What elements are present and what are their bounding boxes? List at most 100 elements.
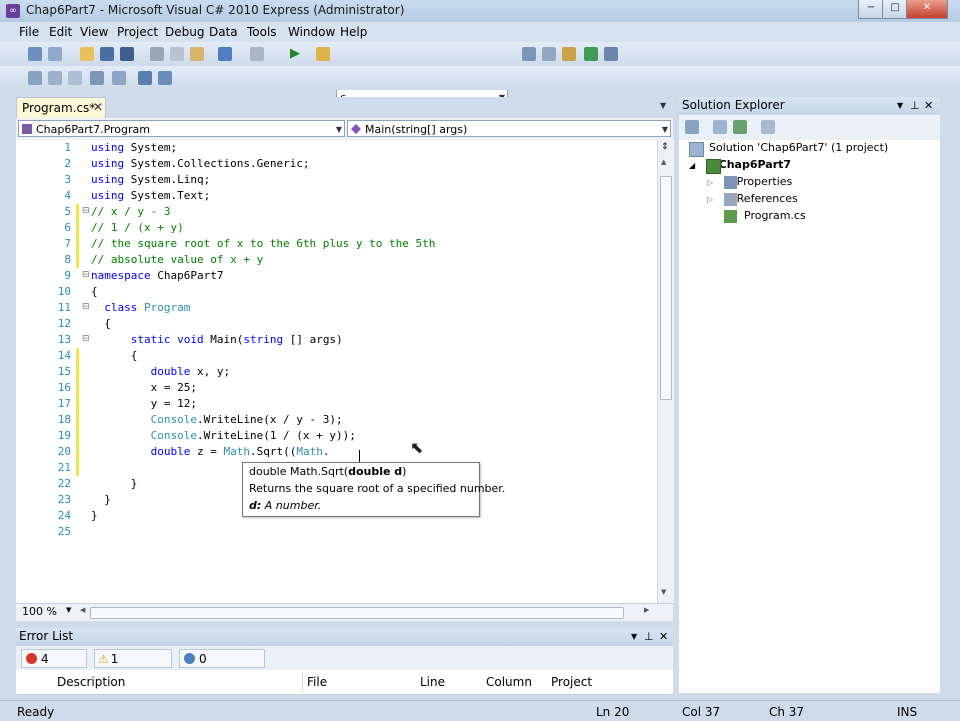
code-line[interactable]: static void Main(string [] args) — [91, 332, 343, 348]
code-line[interactable]: y = 12; — [91, 396, 197, 412]
complete-word-icon[interactable] — [90, 71, 104, 85]
parameter-info-icon[interactable] — [48, 71, 62, 85]
copy-icon[interactable] — [170, 47, 184, 61]
properties-window-icon[interactable] — [542, 47, 556, 61]
comment-out-icon[interactable] — [138, 71, 152, 85]
scroll-down-icon[interactable]: ▼ — [661, 588, 666, 596]
show-all-files-icon[interactable] — [713, 120, 727, 134]
open-file-icon[interactable] — [80, 47, 94, 61]
view-code-icon[interactable] — [761, 120, 775, 134]
code-line[interactable]: using System.Text; — [91, 188, 210, 204]
code-line[interactable]: { — [91, 348, 138, 364]
code-line[interactable]: using System; — [91, 140, 177, 156]
pin-icon[interactable]: ⊥ — [644, 628, 654, 645]
scroll-up-icon[interactable]: ▲ — [661, 158, 666, 166]
menu-tools[interactable]: Tools — [247, 25, 277, 39]
tree-item-program-cs[interactable]: Program.cs — [724, 208, 806, 224]
uncomment-icon[interactable] — [158, 71, 172, 85]
panel-menu-icon[interactable]: ▼ — [631, 628, 637, 645]
menu-debug[interactable]: Debug — [165, 25, 204, 39]
code-line[interactable]: // absolute value of x + y — [91, 252, 263, 268]
tree-item-properties[interactable]: ▷ Properties — [707, 174, 792, 191]
tree-item-references[interactable]: ▷ References — [707, 191, 798, 208]
indent-icon[interactable] — [112, 71, 126, 85]
menu-edit[interactable]: Edit — [49, 25, 72, 39]
errors-filter-button[interactable]: 4 Errors — [21, 649, 87, 685]
code-line[interactable]: double x, y; — [91, 364, 231, 380]
outline-collapse-icon[interactable]: ⊟ — [82, 302, 90, 312]
new-project-icon[interactable] — [28, 47, 42, 61]
code-line[interactable]: using System.Collections.Generic; — [91, 156, 310, 172]
code-line[interactable]: } — [91, 508, 98, 524]
save-all-icon[interactable] — [120, 47, 134, 61]
add-item-icon[interactable] — [48, 47, 62, 61]
tab-overflow-icon[interactable]: ▼ — [660, 101, 666, 110]
warnings-filter-button[interactable]: ⚠1 Warning — [94, 649, 172, 685]
scroll-left-icon[interactable]: ◀ — [80, 606, 85, 614]
code-line[interactable]: x = 25; — [91, 380, 197, 396]
extension-manager-icon[interactable] — [604, 47, 618, 61]
paste-icon[interactable] — [190, 47, 204, 61]
code-line[interactable]: // x / y - 3 — [91, 204, 170, 220]
pin-icon[interactable]: ⊥ — [910, 97, 920, 114]
type-dropdown[interactable]: Chap6Part7.Program ▼ — [18, 120, 345, 137]
panel-menu-icon[interactable]: ▼ — [897, 97, 903, 114]
code-line[interactable]: double z = Math.Sqrt((Math. — [91, 444, 330, 460]
quick-info-icon[interactable] — [68, 71, 82, 85]
horizontal-scroll-thumb[interactable] — [90, 607, 624, 619]
code-line[interactable]: namespace Chap6Part7 — [91, 268, 223, 284]
code-line[interactable]: // 1 / (x + y) — [91, 220, 184, 236]
code-line[interactable]: class Program — [91, 300, 190, 316]
member-list-icon[interactable] — [28, 71, 42, 85]
close-window-button[interactable]: ✕ — [906, 0, 948, 19]
menu-view[interactable]: View — [80, 25, 108, 39]
tree-solution[interactable]: Solution 'Chap6Part7' (1 project) — [689, 140, 888, 157]
code-line[interactable]: { — [91, 316, 111, 332]
outline-collapse-icon[interactable]: ⊟ — [82, 206, 90, 216]
cut-icon[interactable] — [150, 47, 164, 61]
menu-window[interactable]: Window — [288, 25, 335, 39]
code-line[interactable]: Console.WriteLine(1 / (x + y)); — [91, 428, 356, 444]
menu-data[interactable]: Data — [209, 25, 238, 39]
tab-program-cs[interactable]: Program.cs* ✕ — [16, 97, 106, 118]
minimize-button[interactable]: − — [858, 0, 884, 19]
editor-vertical-scrollbar[interactable]: ⇕ ▲ ▼ — [657, 140, 674, 603]
maximize-button[interactable]: □ — [882, 0, 908, 19]
close-tab-icon[interactable]: ✕ — [93, 100, 103, 114]
close-panel-icon[interactable]: ✕ — [924, 97, 933, 114]
menu-project[interactable]: Project — [117, 25, 158, 39]
chevron-down-icon[interactable]: ▼ — [66, 606, 71, 614]
code-line[interactable]: // the square root of x to the 6th plus … — [91, 236, 435, 252]
scroll-right-icon[interactable]: ▶ — [644, 606, 649, 614]
split-icon[interactable]: ⇕ — [661, 142, 669, 152]
zoom-level[interactable]: 100 % — [22, 605, 57, 618]
column-project[interactable]: Project — [551, 675, 592, 689]
menu-file[interactable]: File — [19, 25, 39, 39]
column-file[interactable]: File — [307, 675, 327, 689]
undo-icon[interactable] — [218, 47, 232, 61]
save-icon[interactable] — [100, 47, 114, 61]
outline-collapse-icon[interactable]: ⊟ — [82, 334, 90, 344]
find-in-files-icon[interactable] — [316, 47, 330, 61]
code-line[interactable]: } — [91, 492, 111, 508]
properties-icon[interactable] — [685, 120, 699, 134]
tree-project[interactable]: ◢ Chap6Part7 — [689, 157, 791, 174]
column-description[interactable]: Description — [57, 675, 125, 689]
solution-explorer-icon[interactable] — [522, 47, 536, 61]
close-panel-icon[interactable]: ✕ — [659, 628, 668, 645]
code-line[interactable]: } — [91, 476, 138, 492]
code-line[interactable]: { — [91, 284, 98, 300]
column-column[interactable]: Column — [486, 675, 532, 689]
vertical-scroll-thumb[interactable] — [660, 176, 672, 400]
member-dropdown[interactable]: Main(string[] args) ▼ — [347, 120, 671, 137]
outline-collapse-icon[interactable]: ⊟ — [82, 270, 90, 280]
code-line[interactable]: Console.WriteLine(x / y - 3); — [91, 412, 343, 428]
code-line[interactable]: using System.Linq; — [91, 172, 210, 188]
menu-help[interactable]: Help — [340, 25, 367, 39]
start-debugging-icon[interactable]: ▶ — [290, 46, 300, 61]
refresh-icon[interactable] — [733, 120, 747, 134]
toolbox-icon[interactable] — [562, 47, 576, 61]
start-page-icon[interactable] — [584, 47, 598, 61]
redo-icon[interactable] — [250, 47, 264, 61]
messages-filter-button[interactable]: 0 Messages — [179, 649, 265, 685]
